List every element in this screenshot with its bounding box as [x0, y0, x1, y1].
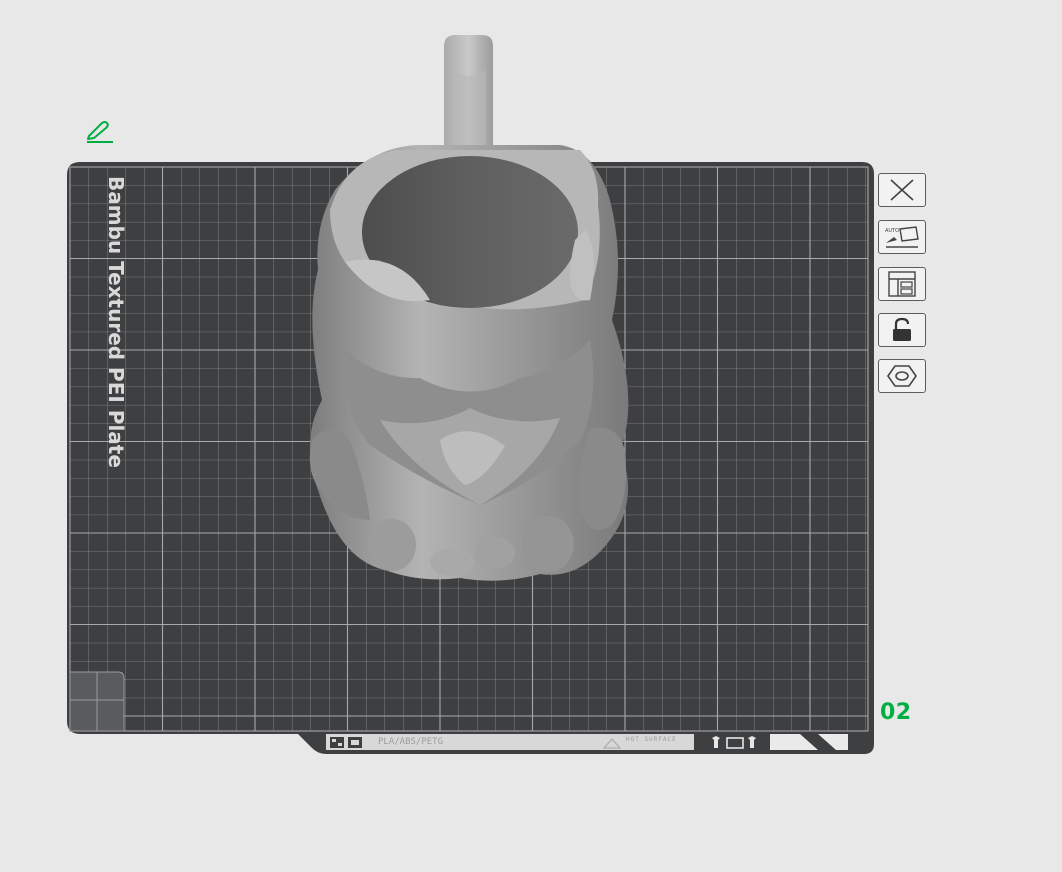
lock-plate-button[interactable] — [878, 313, 926, 347]
edit-plate-name-icon[interactable] — [84, 118, 116, 144]
build-plate[interactable] — [0, 0, 1062, 872]
svg-text:AUTO: AUTO — [885, 228, 899, 234]
lock-icon — [893, 317, 911, 341]
settings-hex-icon — [887, 365, 917, 387]
close-plate-icon — [890, 179, 914, 201]
hot-surface-tag: HOT SURFACE — [626, 736, 677, 743]
3d-viewport[interactable]: Bambu Textured PEI Plate AUTO 02 PLA/ABS… — [0, 0, 1062, 872]
material-tag: PLA/ABS/PETG — [378, 737, 444, 747]
origin-marker — [69, 671, 125, 732]
plate-settings-button[interactable] — [878, 359, 926, 393]
model-object[interactable] — [309, 35, 629, 581]
arrange-icon — [888, 271, 916, 297]
arrange-button[interactable] — [878, 267, 926, 301]
auto-orient-button[interactable]: AUTO — [878, 220, 926, 254]
plate-number: 02 — [880, 700, 912, 725]
plate-type-label: Bambu Textured PEI Plate — [104, 176, 128, 468]
close-plate-button[interactable] — [878, 173, 926, 207]
auto-orient-icon: AUTO — [885, 226, 919, 248]
